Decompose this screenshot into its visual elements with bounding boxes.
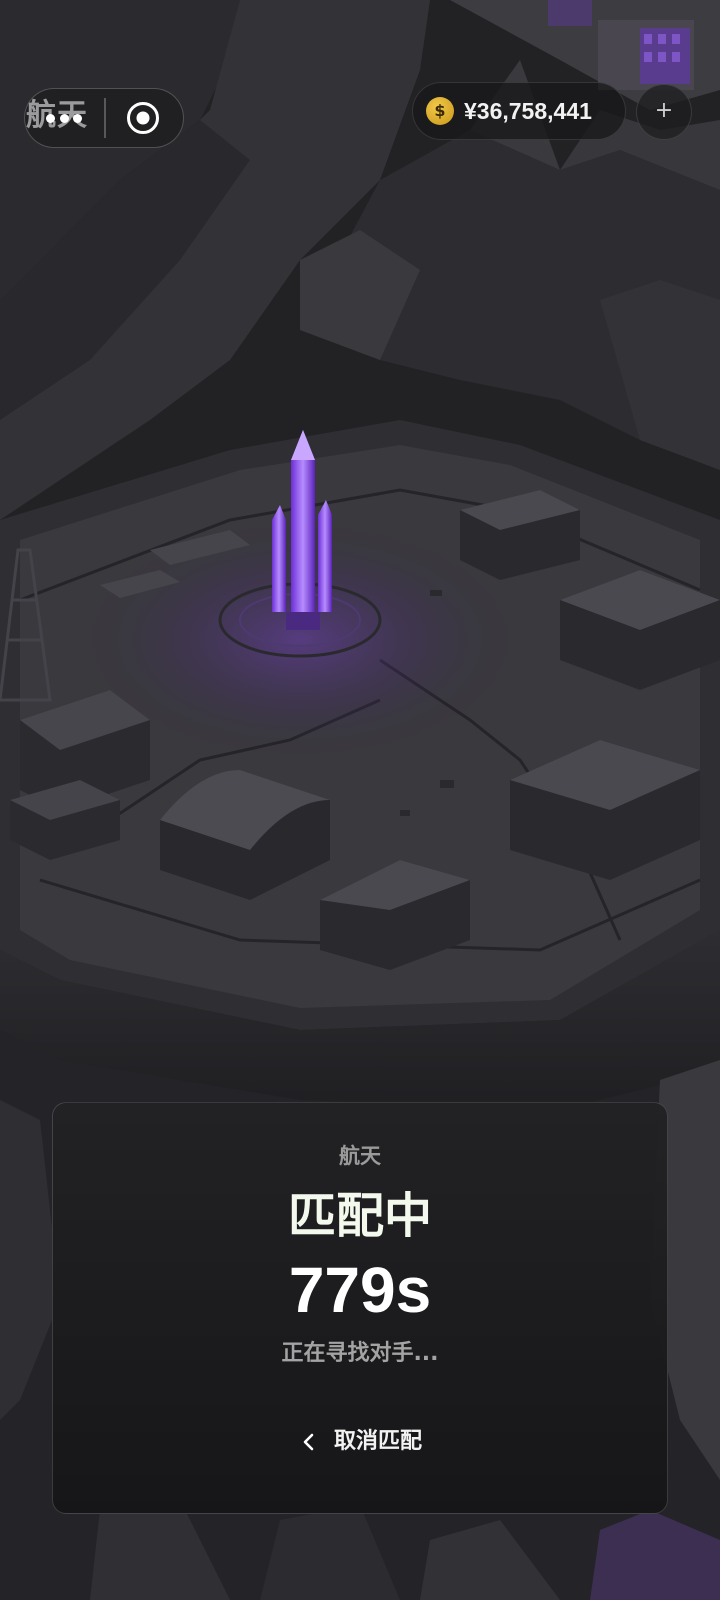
- add-currency-button[interactable]: +: [636, 84, 692, 140]
- dollar-coin-icon: $: [426, 97, 454, 125]
- game-screen: 航天 $ ¥36,758,441 + 航天 匹配中 779s 正在寻找对手...…: [0, 0, 720, 1600]
- matching-status: 匹配中: [287, 1188, 432, 1244]
- matching-timer: 779s: [288, 1254, 432, 1326]
- cancel-match-label: 取消匹配: [333, 1429, 422, 1454]
- record-circle-icon[interactable]: [126, 101, 160, 135]
- capsule-divider: [104, 98, 106, 138]
- more-dots-icon[interactable]: [46, 111, 82, 125]
- matching-hint: 正在寻找对手...: [281, 1341, 439, 1366]
- chevron-left-icon: [303, 1433, 314, 1451]
- cancel-match-button[interactable]: 取消匹配: [272, 1418, 448, 1466]
- currency-amount: ¥36,758,441: [464, 98, 592, 124]
- game-mode-label: 航天: [339, 1144, 381, 1168]
